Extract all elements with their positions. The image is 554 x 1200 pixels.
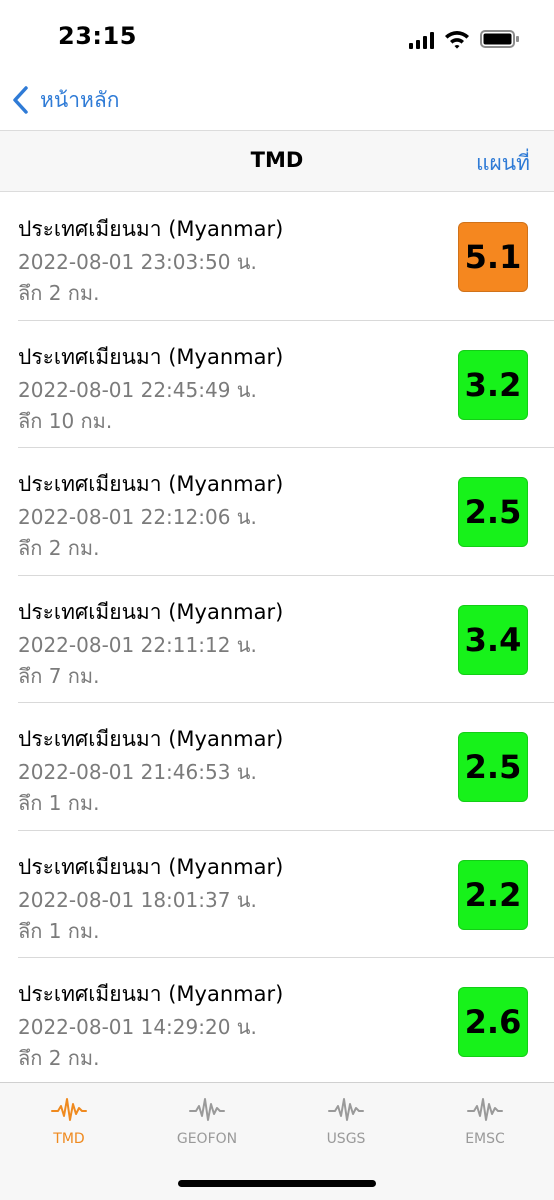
tab-geofon[interactable]: GEOFON xyxy=(147,1095,267,1155)
toolbar: TMD แผนที่ xyxy=(0,130,554,192)
map-button[interactable]: แผนที่ xyxy=(476,147,530,180)
earthquake-list: ประเทศเมียนมา (Myanmar) 2022-08-01 23:03:… xyxy=(0,193,554,1086)
magnitude-badge: 3.2 xyxy=(458,349,528,420)
status-time: 23:15 xyxy=(58,22,137,50)
quake-depth: ลึก 2 กม. xyxy=(18,281,100,305)
quake-depth: ลึก 7 กม. xyxy=(18,663,100,688)
list-item[interactable]: ประเทศเมียนมา (Myanmar) 2022-08-01 22:12:… xyxy=(0,448,554,576)
page-title: TMD xyxy=(250,148,304,172)
seismograph-icon xyxy=(467,1098,503,1121)
quake-depth: ลึก 1 กม. xyxy=(18,918,100,943)
quake-depth: ลึก 2 กม. xyxy=(18,1046,100,1070)
quake-depth: ลึก 2 กม. xyxy=(18,536,100,560)
tab-usgs[interactable]: USGS xyxy=(286,1095,406,1155)
magnitude-badge: 2.5 xyxy=(458,732,528,802)
quake-depth: ลึก 1 กม. xyxy=(18,791,100,815)
seismograph-icon xyxy=(328,1098,364,1121)
cellular-signal-icon xyxy=(409,31,434,49)
list-item[interactable]: ประเทศเมียนมา (Myanmar) 2022-08-01 18:01:… xyxy=(0,830,554,958)
tab-tmd[interactable]: TMD xyxy=(9,1095,129,1155)
magnitude-badge: 2.6 xyxy=(458,987,528,1057)
back-button[interactable]: หน้าหลัก xyxy=(10,80,119,120)
quake-location: ประเทศเมียนมา (Myanmar) xyxy=(18,854,284,879)
quake-location: ประเทศเมียนมา (Myanmar) xyxy=(18,599,284,624)
quake-time: 2022-08-01 14:29:20 น. xyxy=(18,1015,257,1039)
tab-label: TMD xyxy=(53,1131,85,1147)
chevron-left-icon xyxy=(13,86,28,114)
battery-icon xyxy=(480,30,519,48)
quake-depth: ลึก 10 กม. xyxy=(18,408,113,433)
quake-time: 2022-08-01 22:11:12 น. xyxy=(18,632,257,657)
quake-time: 2022-08-01 22:45:49 น. xyxy=(18,377,257,402)
status-icons xyxy=(409,27,520,49)
quake-time: 2022-08-01 21:46:53 น. xyxy=(18,760,257,784)
magnitude-badge: 5.1 xyxy=(458,222,528,292)
back-label: หน้าหลัก xyxy=(40,87,120,112)
status-bar: 23:15 xyxy=(0,0,554,74)
list-item[interactable]: ประเทศเมียนมา (Myanmar) 2022-08-01 23:03:… xyxy=(0,193,554,321)
quake-location: ประเทศเมียนมา (Myanmar) xyxy=(18,472,284,496)
seismograph-icon xyxy=(51,1098,87,1121)
list-item[interactable]: ประเทศเมียนมา (Myanmar) 2022-08-01 21:46:… xyxy=(0,703,554,831)
magnitude-badge: 3.4 xyxy=(458,604,528,675)
magnitude-badge: 2.2 xyxy=(458,859,528,930)
tab-emsc[interactable]: EMSC xyxy=(425,1095,545,1155)
tab-label: USGS xyxy=(326,1131,366,1147)
wifi-icon xyxy=(445,31,469,49)
quake-location: ประเทศเมียนมา (Myanmar) xyxy=(18,344,284,369)
list-item[interactable]: ประเทศเมียนมา (Myanmar) 2022-08-01 14:29:… xyxy=(0,958,554,1086)
quake-time: 2022-08-01 23:03:50 น. xyxy=(18,250,257,274)
tab-label: GEOFON xyxy=(176,1131,238,1147)
tab-label: EMSC xyxy=(465,1131,505,1147)
quake-location: ประเทศเมียนมา (Myanmar) xyxy=(18,217,284,241)
magnitude-badge: 2.5 xyxy=(458,477,528,547)
list-item[interactable]: ประเทศเมียนมา (Myanmar) 2022-08-01 22:11:… xyxy=(0,575,554,703)
home-indicator xyxy=(178,1180,376,1187)
quake-location: ประเทศเมียนมา (Myanmar) xyxy=(18,727,284,751)
seismograph-icon xyxy=(189,1098,225,1121)
list-item[interactable]: ประเทศเมียนมา (Myanmar) 2022-08-01 22:45:… xyxy=(0,320,554,448)
quake-location: ประเทศเมียนมา (Myanmar) xyxy=(18,982,284,1006)
quake-time: 2022-08-01 18:01:37 น. xyxy=(18,887,257,912)
quake-time: 2022-08-01 22:12:06 น. xyxy=(18,505,257,529)
